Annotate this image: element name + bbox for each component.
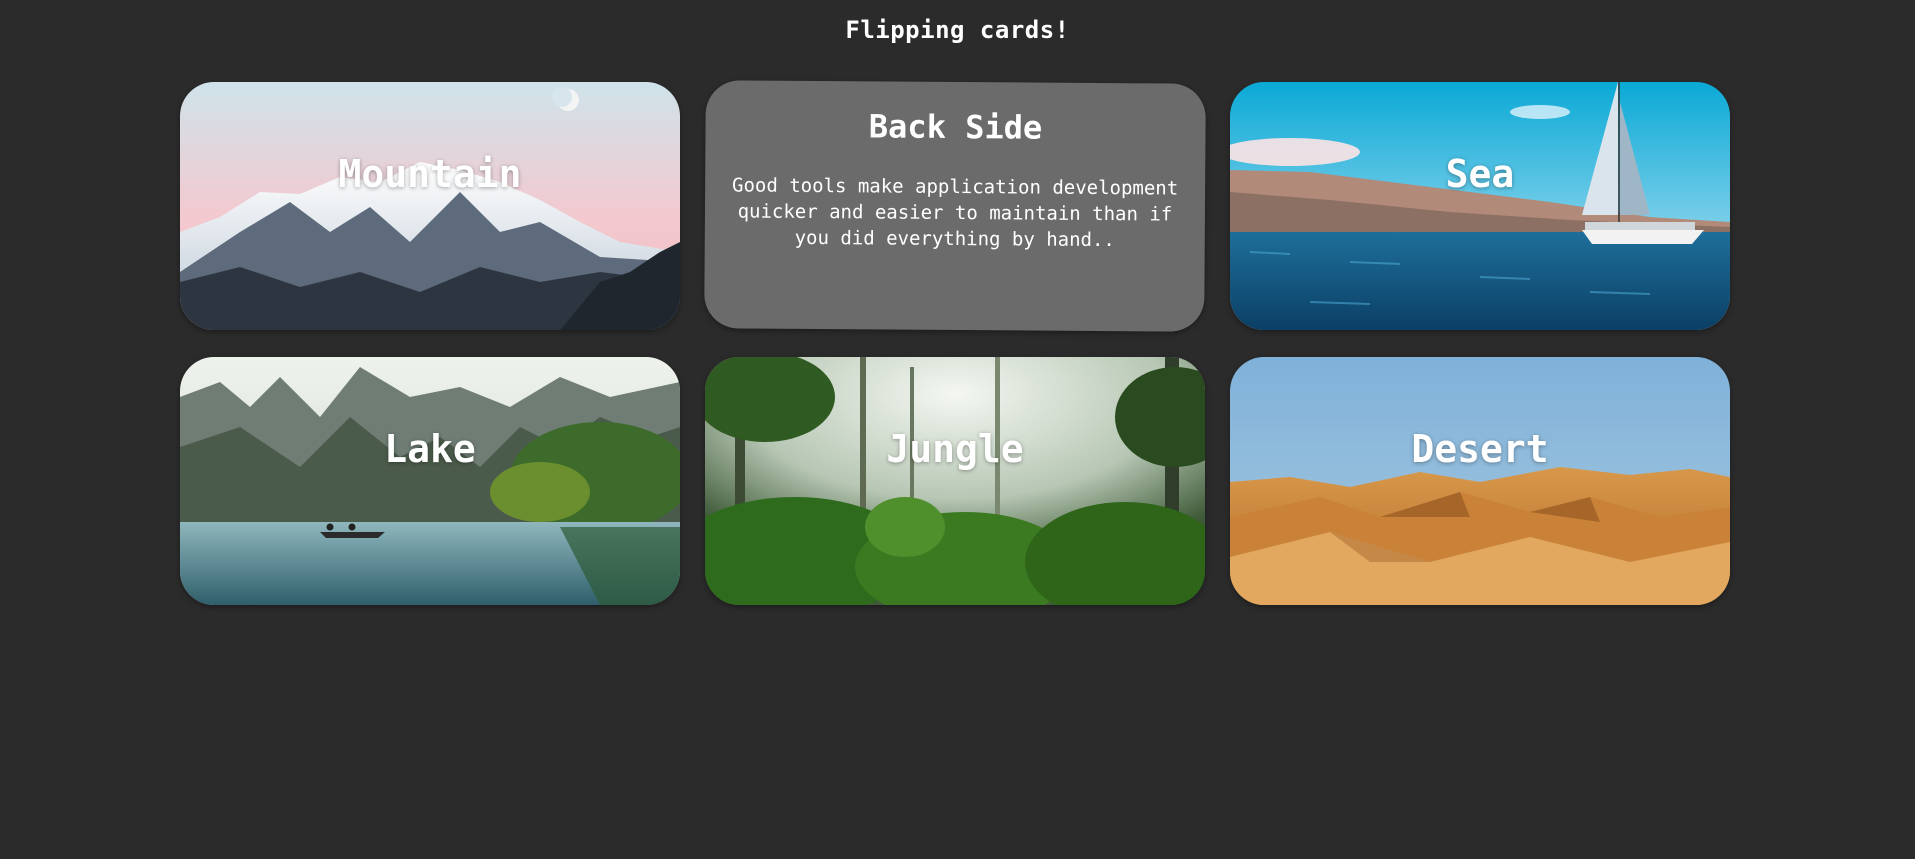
back-title: Back Side (868, 107, 1043, 147)
card-desert[interactable]: Desert (1230, 357, 1730, 605)
card-back[interactable]: Back Side Good tools make application de… (704, 80, 1206, 332)
back-text: Good tools make application development … (731, 174, 1179, 252)
cards-grid: Mountain Back Side Good tools make appli… (180, 80, 1730, 605)
lake-image (180, 357, 680, 605)
card-jungle[interactable]: Jungle (705, 357, 1205, 605)
desert-image (1230, 357, 1730, 605)
sea-image (1230, 82, 1730, 330)
card-title: Desert (1411, 427, 1549, 471)
card-title: Jungle (886, 427, 1024, 471)
card-title: Mountain (338, 152, 522, 196)
card-sea[interactable]: Sea (1230, 82, 1730, 330)
card-title: Sea (1445, 152, 1515, 196)
card-mountain[interactable]: Mountain (180, 82, 680, 330)
jungle-image (705, 357, 1205, 605)
page-title: Flipping cards! (845, 16, 1070, 44)
mountain-image (180, 82, 680, 330)
card-lake[interactable]: Lake (180, 357, 680, 605)
card-title: Lake (384, 427, 476, 471)
